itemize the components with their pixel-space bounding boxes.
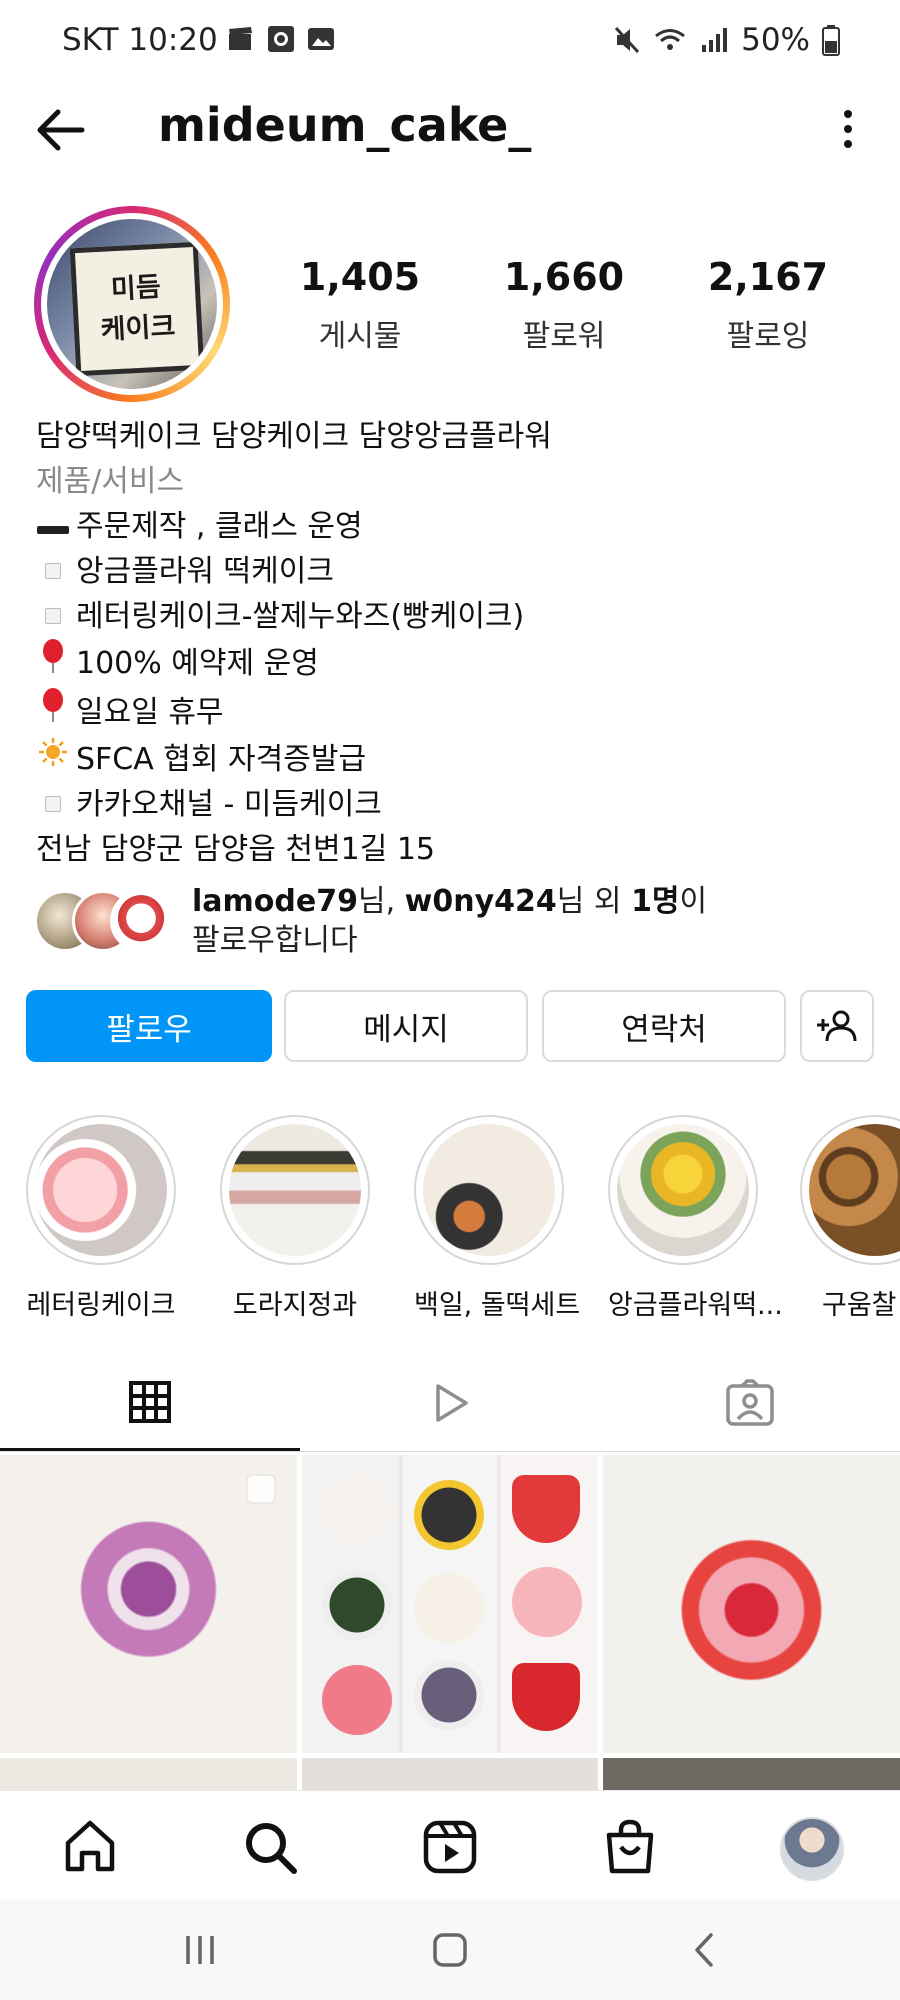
search-icon — [246, 1823, 297, 1874]
post-thumbnail[interactable] — [0, 1455, 297, 1753]
back-icon[interactable] — [685, 1930, 725, 1970]
highlight-label: 레터링케이크 — [26, 1290, 176, 1321]
clapper-icon — [229, 27, 252, 50]
reels-icon — [436, 1384, 468, 1422]
tagged-icon — [726, 1379, 774, 1426]
highlight-baked[interactable]: 구움찰 — [800, 1115, 900, 1322]
follow-button[interactable]: 팔로우 — [26, 990, 272, 1062]
bottom-navigation — [0, 1790, 900, 1901]
nav-shop[interactable] — [600, 1817, 660, 1877]
bio: 담양떡케이크 담양케이크 담양앙금플라워 제품/서비스 주문제작 , 클래스 운… — [36, 414, 876, 872]
reels-icon — [423, 1820, 477, 1874]
bio-name: 담양떡케이크 담양케이크 담양앙금플라워 — [36, 419, 552, 454]
stat-value: 1,660 — [503, 255, 625, 299]
bio-address[interactable]: 전남 담양군 담양읍 천변1길 15 — [36, 827, 876, 872]
stat-label: 게시물 — [318, 319, 402, 354]
square-icon — [36, 782, 70, 827]
bio-line: SFCA 협회 자격증발급 — [36, 737, 876, 782]
stat-followers[interactable]: 1,660 팔로워 — [464, 255, 664, 355]
dash-icon — [36, 504, 70, 549]
post-thumbnail[interactable] — [603, 1455, 900, 1753]
status-bar: SKT 10:20 50% — [0, 0, 900, 84]
bio-line: 카카오채널 - 미듬케이크 — [36, 782, 876, 827]
mute-icon — [614, 26, 640, 54]
follower-username[interactable]: lamode79 — [192, 884, 358, 919]
sun-icon — [36, 737, 70, 782]
contact-button[interactable]: 연락처 — [542, 990, 786, 1062]
notification-icons — [226, 24, 336, 54]
highlight-label: 도라지정과 — [232, 1290, 358, 1321]
system-indicators: 50% — [613, 22, 840, 58]
grid-icon — [129, 1380, 171, 1423]
recent-apps-icon[interactable] — [180, 1930, 220, 1970]
page-title: mideum_cake_ — [158, 98, 532, 152]
add-user-button[interactable] — [800, 990, 874, 1062]
record-icon — [268, 26, 294, 52]
highlight-label: 백일, 돌떡세트 — [414, 1290, 581, 1321]
profile-header: mideum_cake_ — [0, 90, 900, 170]
nav-home[interactable] — [60, 1817, 120, 1885]
highlight-image — [423, 1124, 555, 1256]
bio-line: 일요일 휴무 — [36, 688, 876, 737]
highlight-lettering-cake[interactable]: 레터링케이크 — [26, 1115, 176, 1322]
signal-icon — [702, 28, 728, 52]
stat-label: 팔로워 — [522, 319, 606, 354]
tab-reels[interactable] — [300, 1355, 600, 1451]
system-navigation — [0, 1900, 900, 2000]
stat-posts[interactable]: 1,405 게시물 — [260, 255, 460, 355]
nav-search[interactable] — [240, 1817, 300, 1877]
carrier-time: SKT 10:20 — [62, 22, 218, 58]
highlight-image — [809, 1124, 900, 1256]
bio-line: 100% 예약제 운영 — [36, 639, 876, 688]
avatar — [110, 890, 172, 952]
home-button-icon[interactable] — [430, 1930, 470, 1970]
arrow-left-icon[interactable] — [32, 102, 92, 158]
avatar-sign: 미듬 케이크 — [69, 241, 205, 377]
highlight-image — [35, 1124, 167, 1256]
stat-value: 2,167 — [707, 255, 829, 299]
wifi-icon — [655, 29, 686, 50]
tab-tagged[interactable] — [600, 1355, 900, 1451]
tab-posts[interactable] — [0, 1355, 300, 1451]
balloon-icon — [36, 639, 70, 688]
mutual-followers-avatars[interactable] — [34, 890, 174, 952]
home-icon — [65, 1820, 115, 1885]
stat-value: 1,405 — [299, 255, 421, 299]
others-count: 1명 — [631, 884, 680, 919]
followed-by-text[interactable]: lamode79님, w0ny424님 외 1명이 팔로우합니다 — [192, 882, 707, 960]
avatar[interactable]: 미듬 케이크 — [34, 206, 230, 402]
follower-username[interactable]: w0ny424 — [405, 884, 557, 919]
highlight-label: 앙금플라워떡... — [608, 1290, 783, 1321]
bio-line: 앙금플라워 떡케이크 — [36, 549, 876, 594]
stat-label: 팔로잉 — [726, 319, 810, 354]
bio-category[interactable]: 제품/서비스 — [36, 459, 876, 504]
profile-tabs — [0, 1355, 900, 1452]
highlight-image — [229, 1124, 361, 1256]
bio-line: 주문제작 , 클래스 운영 — [36, 504, 876, 549]
balloon-icon — [36, 688, 70, 737]
more-vertical-icon[interactable] — [828, 104, 868, 154]
sign-line-2: 케이크 — [99, 311, 177, 346]
highlight-flower-cake[interactable]: 앙금플라워떡... — [608, 1115, 783, 1322]
multi-post-icon — [246, 1474, 276, 1504]
nav-reels[interactable] — [420, 1817, 480, 1877]
gallery-icon — [308, 28, 334, 50]
add-user-icon — [817, 1010, 857, 1042]
highlight-label: 구움찰 — [822, 1290, 897, 1321]
square-icon — [36, 594, 70, 639]
battery-icon — [822, 25, 840, 56]
profile-avatar[interactable] — [780, 1817, 844, 1881]
bio-line: 레터링케이크-쌀제누와즈(빵케이크) — [36, 594, 876, 639]
square-icon — [36, 549, 70, 594]
highlight-image — [617, 1124, 749, 1256]
sign-line-1: 미듬 — [110, 271, 162, 306]
stat-following[interactable]: 2,167 팔로잉 — [668, 255, 868, 355]
highlight-doraji[interactable]: 도라지정과 — [220, 1115, 370, 1322]
battery-percent: 50% — [741, 22, 810, 58]
post-thumbnail[interactable] — [302, 1455, 598, 1753]
shop-icon — [606, 1819, 654, 1874]
followed-by-suffix: 팔로우합니다 — [192, 923, 358, 958]
highlight-baekil-set[interactable]: 백일, 돌떡세트 — [414, 1115, 581, 1322]
message-button[interactable]: 메시지 — [284, 990, 528, 1062]
